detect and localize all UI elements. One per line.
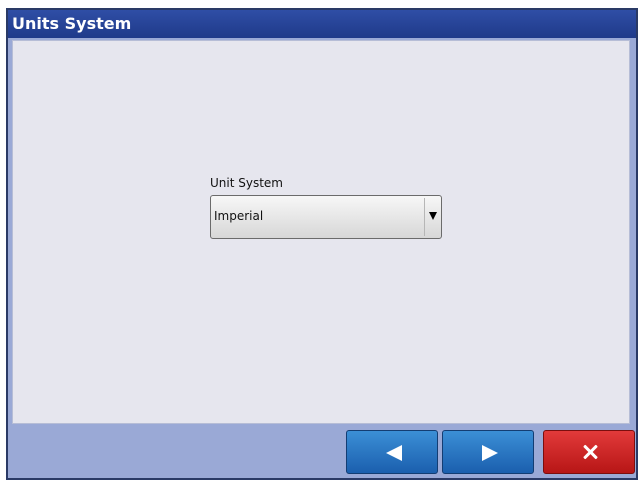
units-system-window: Units System Unit System Imperial bbox=[6, 8, 638, 480]
footer-bar bbox=[8, 424, 636, 478]
unit-system-dropdown[interactable]: Imperial bbox=[210, 195, 442, 239]
right-arrow-icon bbox=[482, 445, 498, 461]
unit-system-label: Unit System bbox=[210, 176, 283, 190]
dropdown-arrow-icon bbox=[429, 212, 437, 220]
dropdown-separator bbox=[424, 198, 425, 236]
left-arrow-icon bbox=[386, 445, 402, 461]
window-title: Units System bbox=[8, 10, 636, 38]
next-button[interactable] bbox=[442, 430, 534, 474]
close-button[interactable] bbox=[543, 430, 635, 474]
content-panel: Unit System Imperial bbox=[12, 40, 630, 424]
unit-system-selected-value: Imperial bbox=[214, 209, 264, 223]
close-icon bbox=[581, 443, 599, 461]
back-button[interactable] bbox=[346, 430, 438, 474]
